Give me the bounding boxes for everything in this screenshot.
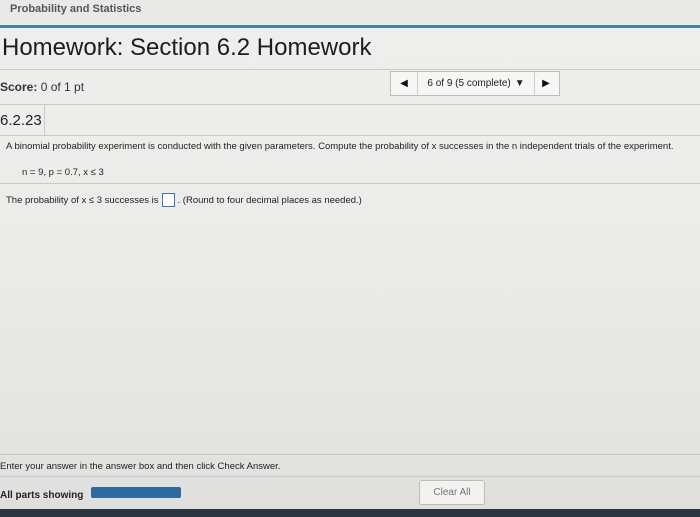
parts-progress-fill [91,487,181,498]
prompt-divider [0,183,700,184]
hint-divider [0,476,700,477]
down-triangle-icon: ▼ [514,78,525,89]
course-header: Probability and Statistics [0,0,700,24]
header-divider [0,25,700,28]
score-value: 0 of 1 pt [40,80,85,94]
question-prompt: A binomial probability experiment is con… [6,141,674,152]
question-number: 6.2.23 [0,112,42,129]
homework-title: Homework: Section 6.2 Homework [2,34,372,61]
answer-prefix: The probability of x ≤ 3 successes is [6,194,159,206]
parts-showing-label: All parts showing [0,490,84,501]
right-triangle-icon: ▶ [542,78,550,89]
answer-input[interactable] [161,193,175,207]
left-triangle-icon: ◀ [400,78,408,89]
clear-all-button[interactable]: Clear All [419,480,485,505]
instruction-text: Enter your answer in the answer box and … [0,461,281,472]
answer-suffix: . (Round to four decimal places as neede… [177,194,362,206]
title-divider [0,69,700,70]
question-dropdown[interactable]: 6 of 9 (5 complete) ▼ [417,72,535,95]
question-pager: ◀ 6 of 9 (5 complete) ▼ ▶ [390,71,560,96]
screen-bottom-edge [0,509,700,517]
question-parameters: n = 9, p = 0.7, x ≤ 3 [22,167,104,178]
score-label: Score: [0,80,38,94]
question-position: 6 of 9 (5 complete) [427,78,511,89]
question-number-box: 6.2.23 [0,105,45,135]
score-divider [0,104,700,105]
previous-question-button[interactable]: ◀ [391,72,417,95]
score: Score: 0 of 1 pt [0,80,84,94]
course-title: Probability and Statistics [10,3,142,15]
question-number-divider [0,135,700,136]
next-question-button[interactable]: ▶ [533,72,559,95]
answer-line: The probability of x ≤ 3 successes is . … [6,193,362,207]
parts-progress-bar[interactable] [91,487,181,498]
footer-divider [0,454,700,455]
